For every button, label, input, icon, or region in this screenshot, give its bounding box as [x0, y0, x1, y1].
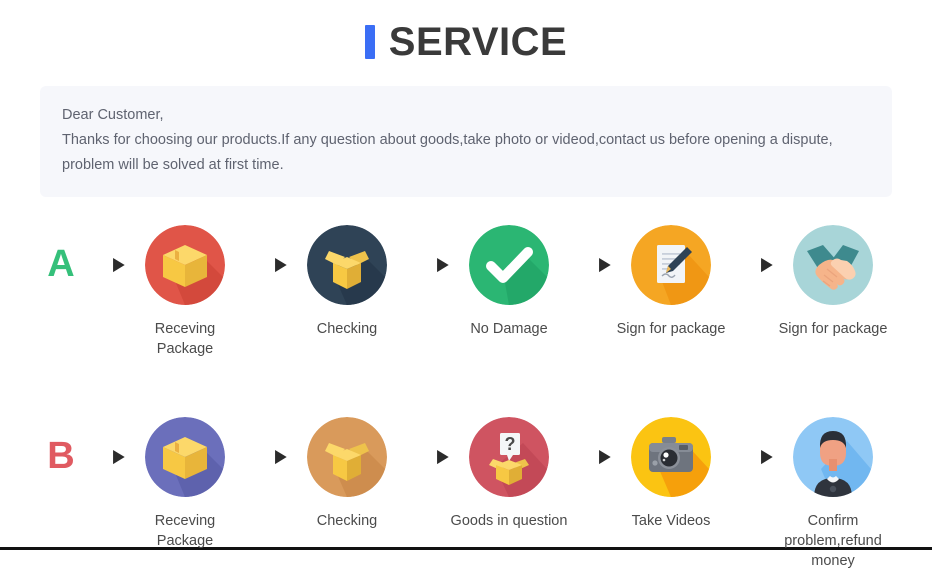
step-label: No Damage — [470, 321, 548, 337]
right-arrow-icon — [568, 225, 612, 305]
flow-step[interactable]: Receving Package — [126, 225, 244, 359]
flow-step[interactable]: Sign for package — [612, 225, 730, 339]
open-box-icon — [307, 417, 387, 497]
check-mark-icon — [469, 225, 549, 305]
question-box-icon: ? — [469, 417, 549, 497]
svg-text:?: ? — [505, 434, 516, 454]
handshake-icon — [793, 225, 873, 305]
flow-step[interactable]: Receving Package — [126, 417, 244, 551]
open-box-icon — [307, 225, 387, 305]
flow-row-b: B Receving Package Checking ? Goods in q… — [40, 401, 892, 571]
flow-step[interactable]: No Damage — [450, 225, 568, 339]
flow-step[interactable]: Confirm problem,refund money — [774, 417, 892, 571]
flow-row-a: A Receving Package Checking No Damage Si… — [40, 209, 892, 359]
flow-step[interactable]: Sign for package — [774, 225, 892, 339]
flow-step[interactable]: Checking — [288, 225, 406, 339]
step-label: Checking — [316, 513, 378, 529]
right-arrow-icon — [730, 225, 774, 305]
step-label: Sign for package — [616, 321, 726, 337]
flow-step[interactable]: Checking — [288, 417, 406, 531]
right-arrow-icon — [406, 417, 450, 497]
notice-line-closing: problem will be solved at first time. — [62, 157, 284, 173]
right-arrow-icon — [568, 417, 612, 497]
flow-label-b: B — [47, 435, 75, 477]
flow-label-a: A — [47, 243, 75, 285]
page-header: SERVICE — [0, 0, 932, 62]
sign-document-icon — [631, 225, 711, 305]
notice-line-body: Thanks for choosing our products.If any … — [62, 132, 833, 148]
step-label: Checking — [316, 321, 378, 337]
camera-icon — [631, 417, 711, 497]
right-arrow-icon — [244, 417, 288, 497]
package-box-icon — [145, 417, 225, 497]
title-accent-bar — [364, 25, 375, 59]
page-title: SERVICE — [364, 20, 568, 64]
step-label: Take Videos — [631, 513, 711, 529]
right-arrow-icon — [730, 417, 774, 497]
step-label: Goods in question — [450, 513, 568, 529]
notice-line-greeting: Dear Customer, — [62, 107, 164, 123]
right-arrow-icon — [406, 225, 450, 305]
flow-step[interactable]: Take Videos — [612, 417, 730, 531]
right-arrow-icon — [82, 417, 126, 497]
step-label: Receving Package — [154, 513, 216, 549]
step-label: Receving Package — [154, 321, 216, 357]
flow-step[interactable]: ? Goods in question — [450, 417, 568, 531]
customer-notice-box: Dear Customer, Thanks for choosing our p… — [40, 86, 892, 197]
page-title-text: SERVICE — [388, 20, 568, 64]
support-person-icon — [793, 417, 873, 497]
step-label: Confirm problem,refund money — [784, 513, 882, 569]
right-arrow-icon — [82, 225, 126, 305]
step-label: Sign for package — [778, 321, 888, 337]
right-arrow-icon — [244, 225, 288, 305]
package-box-icon — [145, 225, 225, 305]
